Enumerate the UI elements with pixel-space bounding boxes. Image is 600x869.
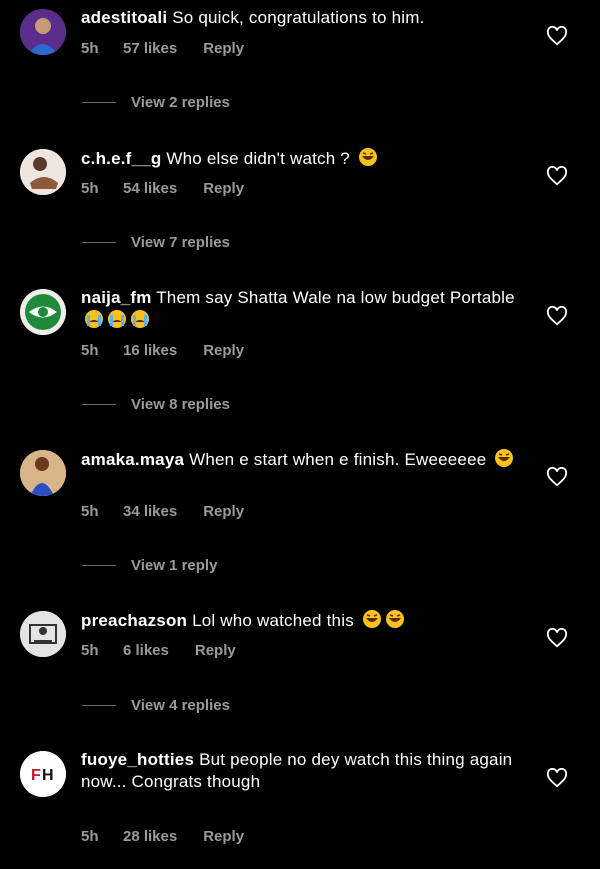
divider bbox=[82, 241, 116, 243]
view-replies-label: View 8 replies bbox=[131, 395, 230, 413]
divider bbox=[82, 101, 116, 103]
comment-text: Who else didn't watch ? bbox=[166, 149, 350, 168]
view-replies-button[interactable]: View 8 replies bbox=[82, 394, 230, 414]
likes-count[interactable]: 57 likes bbox=[123, 40, 177, 57]
reply-button[interactable]: Reply bbox=[203, 40, 244, 57]
comment-meta: 5h 57 likes Reply bbox=[81, 40, 244, 57]
heart-outline-icon[interactable] bbox=[546, 306, 568, 326]
timestamp: 5h bbox=[81, 828, 99, 845]
comment-body: preachazson Lol who watched this bbox=[81, 609, 531, 632]
crying-emoji bbox=[108, 310, 126, 328]
avatar[interactable] bbox=[20, 9, 66, 55]
view-replies-button[interactable]: View 7 replies bbox=[82, 232, 230, 252]
view-replies-button[interactable]: View 4 replies bbox=[82, 695, 230, 715]
username[interactable]: c.h.e.f__g bbox=[81, 149, 161, 168]
comment-text: So quick, congratulations to him. bbox=[172, 8, 425, 27]
divider bbox=[82, 403, 116, 405]
reply-button[interactable]: Reply bbox=[195, 642, 236, 659]
timestamp: 5h bbox=[81, 40, 99, 57]
heart-outline-icon[interactable] bbox=[546, 166, 568, 186]
comment-body: amaka.maya When e start when e finish. E… bbox=[81, 448, 531, 471]
svg-text:F: F bbox=[31, 767, 41, 784]
comment-text: Them say Shatta Wale na low budget Porta… bbox=[156, 288, 515, 307]
likes-count[interactable]: 6 likes bbox=[123, 642, 169, 659]
avatar[interactable] bbox=[20, 611, 66, 657]
view-replies-label: View 7 replies bbox=[131, 233, 230, 251]
likes-count[interactable]: 28 likes bbox=[123, 828, 177, 845]
likes-count[interactable]: 54 likes bbox=[123, 180, 177, 197]
timestamp: 5h bbox=[81, 342, 99, 359]
timestamp: 5h bbox=[81, 503, 99, 520]
heart-outline-icon[interactable] bbox=[546, 26, 568, 46]
comment-body: fuoye_hotties But people no dey watch th… bbox=[81, 749, 531, 793]
comment-meta: 5h 28 likes Reply bbox=[81, 828, 244, 845]
view-replies-label: View 2 replies bbox=[131, 93, 230, 111]
avatar[interactable]: FH bbox=[20, 751, 66, 797]
comment-meta: 5h 34 likes Reply bbox=[81, 503, 244, 520]
comment-text: When e start when e finish. Eweeeeee bbox=[189, 450, 487, 469]
laughing-emoji bbox=[495, 449, 514, 467]
heart-outline-icon[interactable] bbox=[546, 467, 568, 487]
reply-button[interactable]: Reply bbox=[203, 342, 244, 359]
timestamp: 5h bbox=[81, 180, 99, 197]
reply-button[interactable]: Reply bbox=[203, 180, 244, 197]
divider bbox=[82, 564, 116, 566]
crying-emoji bbox=[131, 310, 149, 328]
reply-button[interactable]: Reply bbox=[203, 503, 244, 520]
comment-body: c.h.e.f__g Who else didn't watch ? bbox=[81, 147, 531, 170]
username[interactable]: adestitoali bbox=[81, 8, 167, 27]
likes-count[interactable]: 16 likes bbox=[123, 342, 177, 359]
avatar[interactable] bbox=[20, 289, 66, 335]
reply-button[interactable]: Reply bbox=[203, 828, 244, 845]
heart-outline-icon[interactable] bbox=[546, 768, 568, 788]
username[interactable]: amaka.maya bbox=[81, 450, 184, 469]
avatar[interactable] bbox=[20, 450, 66, 496]
avatar[interactable] bbox=[20, 149, 66, 195]
svg-text:H: H bbox=[42, 767, 54, 784]
username[interactable]: naija_fm bbox=[81, 288, 152, 307]
view-replies-button[interactable]: View 2 replies bbox=[82, 92, 230, 112]
heart-outline-icon[interactable] bbox=[546, 628, 568, 648]
view-replies-label: View 4 replies bbox=[131, 696, 230, 714]
divider bbox=[82, 704, 116, 706]
timestamp: 5h bbox=[81, 642, 99, 659]
view-replies-label: View 1 reply bbox=[131, 556, 218, 574]
comment-body: naija_fm Them say Shatta Wale na low bud… bbox=[81, 287, 531, 332]
crying-emoji bbox=[85, 310, 103, 328]
laughing-emoji bbox=[362, 610, 381, 628]
comment-meta: 5h 6 likes Reply bbox=[81, 642, 236, 659]
comment-meta: 5h 54 likes Reply bbox=[81, 180, 244, 197]
comment-meta: 5h 16 likes Reply bbox=[81, 342, 244, 359]
view-replies-button[interactable]: View 1 reply bbox=[82, 555, 217, 575]
comment-body: adestitoali So quick, congratulations to… bbox=[81, 7, 531, 29]
username[interactable]: preachazson bbox=[81, 611, 187, 630]
laughing-emoji bbox=[385, 610, 404, 628]
likes-count[interactable]: 34 likes bbox=[123, 503, 177, 520]
username[interactable]: fuoye_hotties bbox=[81, 750, 194, 769]
laughing-emoji bbox=[358, 148, 377, 166]
comment-text: Lol who watched this bbox=[192, 611, 354, 630]
